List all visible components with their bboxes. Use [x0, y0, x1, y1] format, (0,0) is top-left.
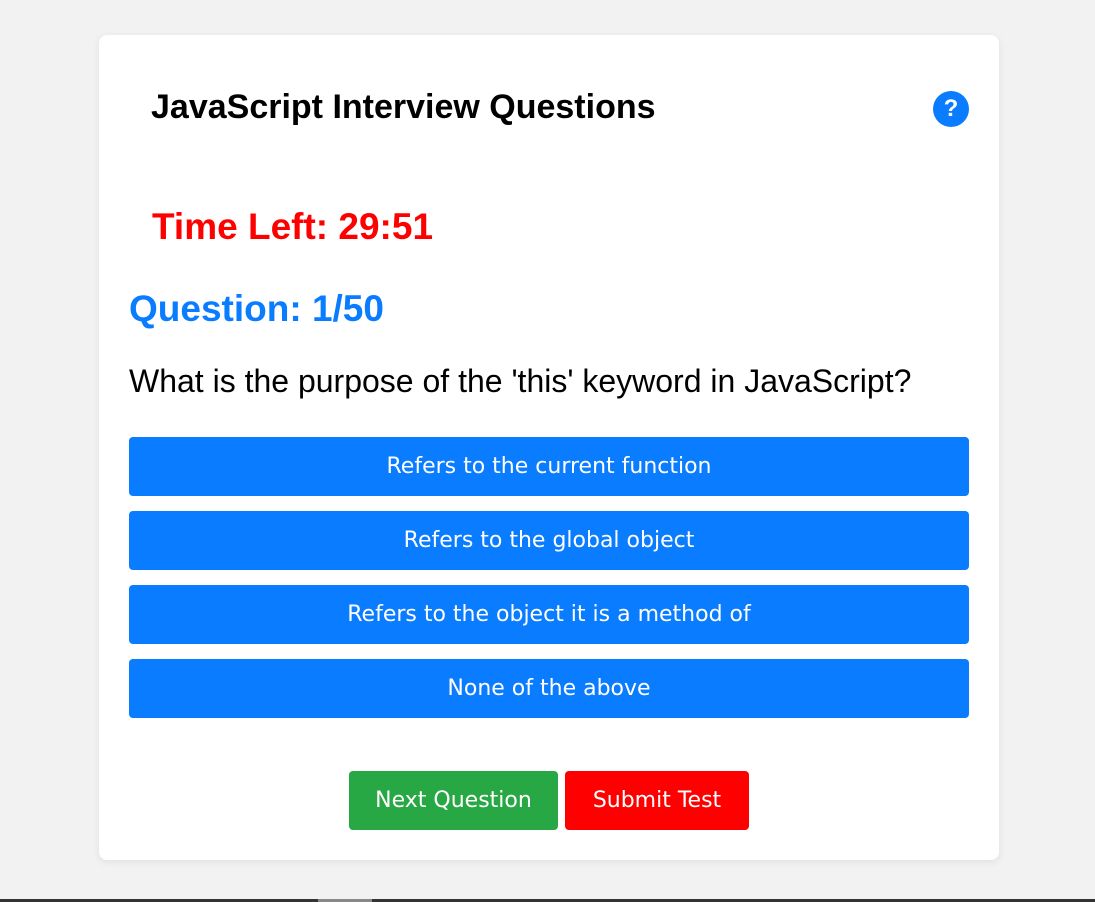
next-question-button[interactable]: Next Question: [349, 771, 558, 830]
timer-display: Time Left: 29:51: [152, 206, 434, 247]
question-text: What is the purpose of the 'this' keywor…: [129, 363, 912, 399]
quiz-card: JavaScript Interview Questions ? Time Le…: [99, 35, 999, 860]
submit-test-button[interactable]: Submit Test: [565, 771, 749, 830]
question-counter: Question: 1/50: [129, 288, 384, 329]
answer-option-2[interactable]: Refers to the global object: [129, 511, 969, 570]
action-buttons: Next Question Submit Test: [99, 771, 999, 830]
answer-options: Refers to the current function Refers to…: [129, 437, 969, 733]
answer-option-4[interactable]: None of the above: [129, 659, 969, 718]
answer-option-3[interactable]: Refers to the object it is a method of: [129, 585, 969, 644]
answer-option-1[interactable]: Refers to the current function: [129, 437, 969, 496]
page-title: JavaScript Interview Questions: [151, 88, 656, 126]
help-icon[interactable]: ?: [933, 91, 969, 127]
